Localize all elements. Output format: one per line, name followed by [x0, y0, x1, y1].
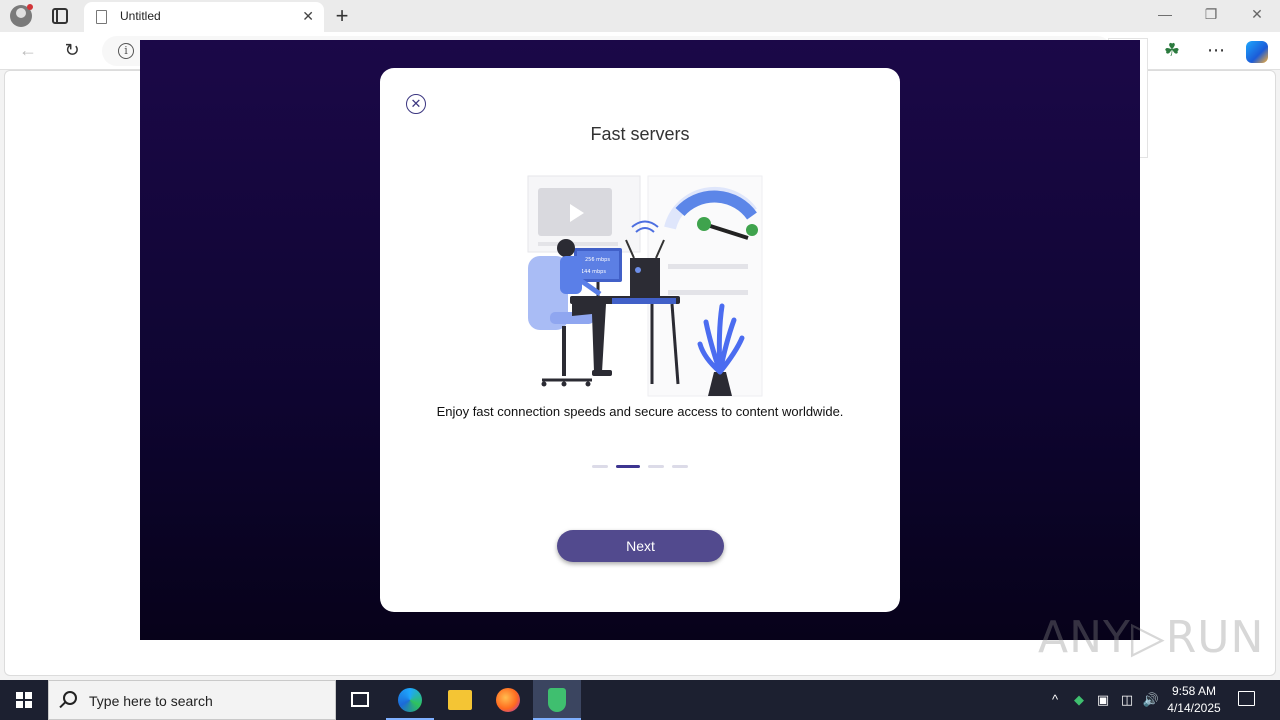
- network-icon[interactable]: ◫: [1118, 692, 1136, 708]
- upload-speed-label: 144 mbps: [581, 269, 606, 275]
- shield-icon: [548, 688, 566, 712]
- taskbar-clock[interactable]: 9:58 AM 4/14/2025: [1162, 683, 1226, 717]
- windows-logo-icon: [16, 692, 32, 708]
- carousel-dot[interactable]: [672, 465, 688, 468]
- edge-icon: [398, 688, 422, 712]
- profile-notification-dot: [27, 4, 33, 10]
- carousel-dot[interactable]: [592, 465, 608, 468]
- onboarding-modal: ✕ Fast servers 256 mbps 144 mbps Enjoy f…: [380, 68, 900, 612]
- tab-title: Untitled: [120, 9, 161, 23]
- back-arrow-icon[interactable]: ←: [16, 40, 40, 61]
- next-button[interactable]: Next: [557, 530, 724, 562]
- browser-tab-bar: Untitled ✕ + — ❐ ✕: [0, 0, 1280, 32]
- carousel-dot[interactable]: [648, 465, 664, 468]
- vpn-app-button[interactable]: [533, 680, 581, 720]
- clock-date: 4/14/2025: [1167, 701, 1221, 715]
- new-tab-button[interactable]: +: [330, 3, 354, 29]
- notification-icon[interactable]: [1238, 691, 1255, 706]
- tray-shield-icon[interactable]: ◆: [1070, 692, 1088, 708]
- tray-overflow-icon[interactable]: ^: [1046, 692, 1064, 707]
- edge-taskbar-button[interactable]: [386, 680, 434, 720]
- modal-close-icon[interactable]: ✕: [406, 94, 426, 114]
- fast-server-illustration: 256 mbps 144 mbps: [527, 175, 763, 397]
- tray-device-icon[interactable]: ▣: [1094, 692, 1112, 708]
- anyrun-watermark: ANY▷RUN: [1038, 612, 1265, 663]
- modal-title: Fast servers: [590, 124, 690, 144]
- site-info-icon[interactable]: i: [118, 43, 134, 59]
- task-view-icon: [351, 692, 369, 707]
- taskbar-search-box[interactable]: Type here to search: [48, 680, 336, 720]
- start-button[interactable]: [0, 680, 48, 720]
- browser-tab[interactable]: Untitled ✕: [84, 2, 324, 32]
- minimize-button[interactable]: —: [1150, 6, 1180, 22]
- download-speed-label: 256 mbps: [585, 257, 610, 263]
- folder-icon: [448, 690, 472, 710]
- file-explorer-button[interactable]: [436, 680, 484, 720]
- tab-close-icon[interactable]: ✕: [302, 8, 314, 25]
- modal-description: Enjoy fast connection speeds and secure …: [436, 404, 844, 419]
- more-menu-icon[interactable]: ⋯: [1204, 40, 1228, 61]
- carousel-dot-active[interactable]: [616, 465, 640, 468]
- search-placeholder: Type here to search: [89, 693, 213, 709]
- extension-icon[interactable]: ☘: [1160, 40, 1184, 61]
- task-view-button[interactable]: [336, 680, 384, 720]
- volume-icon[interactable]: 🔊: [1142, 692, 1160, 708]
- window-close-button[interactable]: ✕: [1242, 6, 1272, 23]
- clock-time: 9:58 AM: [1171, 684, 1217, 698]
- document-icon: [96, 10, 107, 24]
- firefox-icon: [496, 688, 520, 712]
- windows-taskbar: Type here to search ^ ◆ ▣ ◫ 🔊 9:58 AM 4/…: [0, 680, 1280, 720]
- firefox-button[interactable]: [484, 680, 532, 720]
- refresh-icon[interactable]: ↻: [60, 40, 84, 61]
- copilot-icon[interactable]: [1246, 41, 1268, 63]
- search-icon: [63, 691, 77, 705]
- carousel-indicator: [592, 465, 692, 469]
- restore-button[interactable]: ❐: [1196, 6, 1226, 23]
- tab-actions-icon[interactable]: [52, 8, 68, 24]
